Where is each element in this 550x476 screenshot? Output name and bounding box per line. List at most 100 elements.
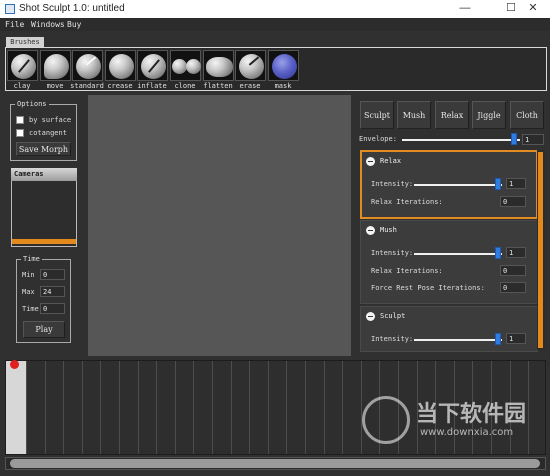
- sculpt-intensity-field[interactable]: 1: [506, 333, 526, 344]
- standard-icon: [76, 54, 101, 79]
- standard-brush-button[interactable]: [72, 50, 103, 81]
- sculpt-intensity-label: Intensity:: [371, 335, 414, 343]
- time-field[interactable]: 0: [40, 303, 65, 314]
- mask-icon: [272, 54, 297, 79]
- relax-panel-title: Relax: [380, 157, 402, 165]
- watermark-logo: [362, 396, 410, 444]
- timeline-frame-tick: [100, 361, 102, 454]
- inflate-brush-button[interactable]: [137, 50, 168, 81]
- erase-brush-button[interactable]: [235, 50, 266, 81]
- timeline-current-frame[interactable]: [6, 361, 26, 454]
- relax-intensity-slider[interactable]: [414, 184, 502, 186]
- by-surface-checkbox[interactable]: [16, 116, 24, 124]
- cameras-list[interactable]: [11, 181, 77, 247]
- brush-label-inflate: inflate: [137, 82, 167, 90]
- close-button[interactable]: ✕: [516, 0, 550, 18]
- save-morph-button[interactable]: Save Morph: [16, 142, 71, 156]
- envelope-field[interactable]: 1: [522, 134, 544, 145]
- brush-label-flatten: flatten: [203, 82, 233, 90]
- menu-file[interactable]: File: [5, 20, 24, 29]
- envelope-slider-handle[interactable]: [511, 133, 518, 145]
- mush-intensity-field[interactable]: 1: [506, 247, 526, 258]
- crease-brush-button[interactable]: [105, 50, 136, 81]
- max-field[interactable]: 24: [40, 286, 65, 297]
- mush-iterations-label: Relax Iterations:: [371, 267, 443, 275]
- collapse-mush-icon[interactable]: [366, 226, 375, 235]
- envelope-slider[interactable]: [402, 139, 520, 141]
- mush-intensity-label: Intensity:: [371, 249, 414, 257]
- max-label: Max: [22, 288, 35, 296]
- timeline-frame-tick: [63, 361, 65, 454]
- brush-label-move: move: [46, 82, 64, 90]
- force-rest-pose-label: Force Rest Pose Iterations:: [371, 284, 485, 292]
- flatten-brush-button[interactable]: [203, 50, 234, 81]
- cotangent-checkbox[interactable]: [16, 129, 24, 137]
- clay-brush-button[interactable]: [7, 50, 38, 81]
- deformer-scrollbar-thumb[interactable]: [538, 152, 543, 348]
- minimize-button[interactable]: —: [448, 0, 482, 18]
- mush-button[interactable]: Mush: [397, 101, 431, 129]
- brush-label-standard: standard: [70, 82, 104, 90]
- timeline-frame-tick: [286, 361, 288, 454]
- min-field[interactable]: 0: [40, 269, 65, 280]
- watermark-brand: 当下软件园: [416, 402, 527, 427]
- relax-intensity-handle[interactable]: [494, 178, 501, 190]
- brush-label-crease: crease: [107, 82, 133, 90]
- time-title: Time: [21, 255, 42, 263]
- cloth-button[interactable]: Cloth: [510, 101, 544, 129]
- timeline-frame-tick: [156, 361, 158, 454]
- flatten-icon: [206, 57, 233, 77]
- cameras-scrollbar[interactable]: [12, 239, 76, 244]
- window-title: Shot Sculpt 1.0: untitled: [19, 3, 125, 14]
- collapse-sculpt-icon[interactable]: [366, 312, 375, 321]
- force-rest-pose-field[interactable]: 0: [500, 282, 526, 293]
- timeline-frame-tick: [230, 361, 232, 454]
- timeline-frame-tick: [119, 361, 120, 454]
- relax-intensity-field[interactable]: 1: [506, 178, 526, 189]
- app-icon: [5, 4, 15, 14]
- brush-label-clay: clay: [13, 82, 31, 90]
- play-button[interactable]: Play: [23, 321, 65, 338]
- mush-intensity-handle[interactable]: [494, 247, 501, 259]
- relax-intensity-label: Intensity:: [371, 180, 414, 188]
- cameras-header: Cameras: [11, 168, 77, 181]
- sculpt-intensity-slider[interactable]: [414, 339, 502, 341]
- menu-windows[interactable]: Windows: [31, 20, 65, 29]
- playhead-marker[interactable]: [10, 360, 19, 369]
- mask-brush-button[interactable]: [268, 50, 299, 81]
- timeline-frame-tick: [174, 361, 176, 454]
- mush-iterations-field[interactable]: 0: [500, 265, 526, 276]
- crease-icon: [109, 54, 134, 79]
- time-label: Time: [22, 305, 39, 313]
- timeline-frame-tick: [81, 361, 83, 454]
- timeline-frame-tick: [193, 361, 195, 454]
- brush-label-mask: mask: [274, 82, 292, 90]
- min-label: Min: [22, 271, 35, 279]
- timeline-frame-tick: [360, 361, 362, 454]
- cotangent-label: cotangent: [29, 129, 67, 137]
- timeline-scrollbar-thumb[interactable]: [10, 459, 540, 468]
- relax-iterations-label: Relax Iterations:: [371, 198, 443, 206]
- jiggle-button[interactable]: Jiggle: [472, 101, 506, 129]
- sculpt-panel-title: Sculpt: [380, 312, 406, 320]
- collapse-relax-icon[interactable]: [366, 157, 375, 166]
- timeline-frame-tick: [267, 361, 269, 454]
- relax-button[interactable]: Relax: [435, 101, 469, 129]
- options-title: Options: [15, 100, 49, 108]
- move-brush-button[interactable]: [40, 50, 71, 81]
- move-icon: [44, 54, 69, 79]
- mush-intensity-slider[interactable]: [414, 253, 502, 255]
- clone-brush-button[interactable]: [170, 50, 201, 81]
- mush-panel-title: Mush: [380, 226, 397, 234]
- relax-iterations-field[interactable]: 0: [500, 196, 526, 207]
- timeline-frame-tick: [137, 361, 139, 454]
- sculpt-intensity-handle[interactable]: [494, 333, 501, 345]
- timeline-frame-tick: [305, 361, 306, 454]
- menu-buy[interactable]: Buy: [67, 20, 81, 29]
- envelope-label: Envelope:: [359, 135, 397, 143]
- sculpt-button[interactable]: Sculpt: [360, 101, 394, 129]
- 3d-viewport[interactable]: [88, 95, 351, 356]
- clone-icon: [172, 59, 187, 74]
- menu-bar: File Windows Buy: [0, 18, 550, 31]
- title-bar: Shot Sculpt 1.0: untitled — ☐ ✕: [0, 0, 550, 18]
